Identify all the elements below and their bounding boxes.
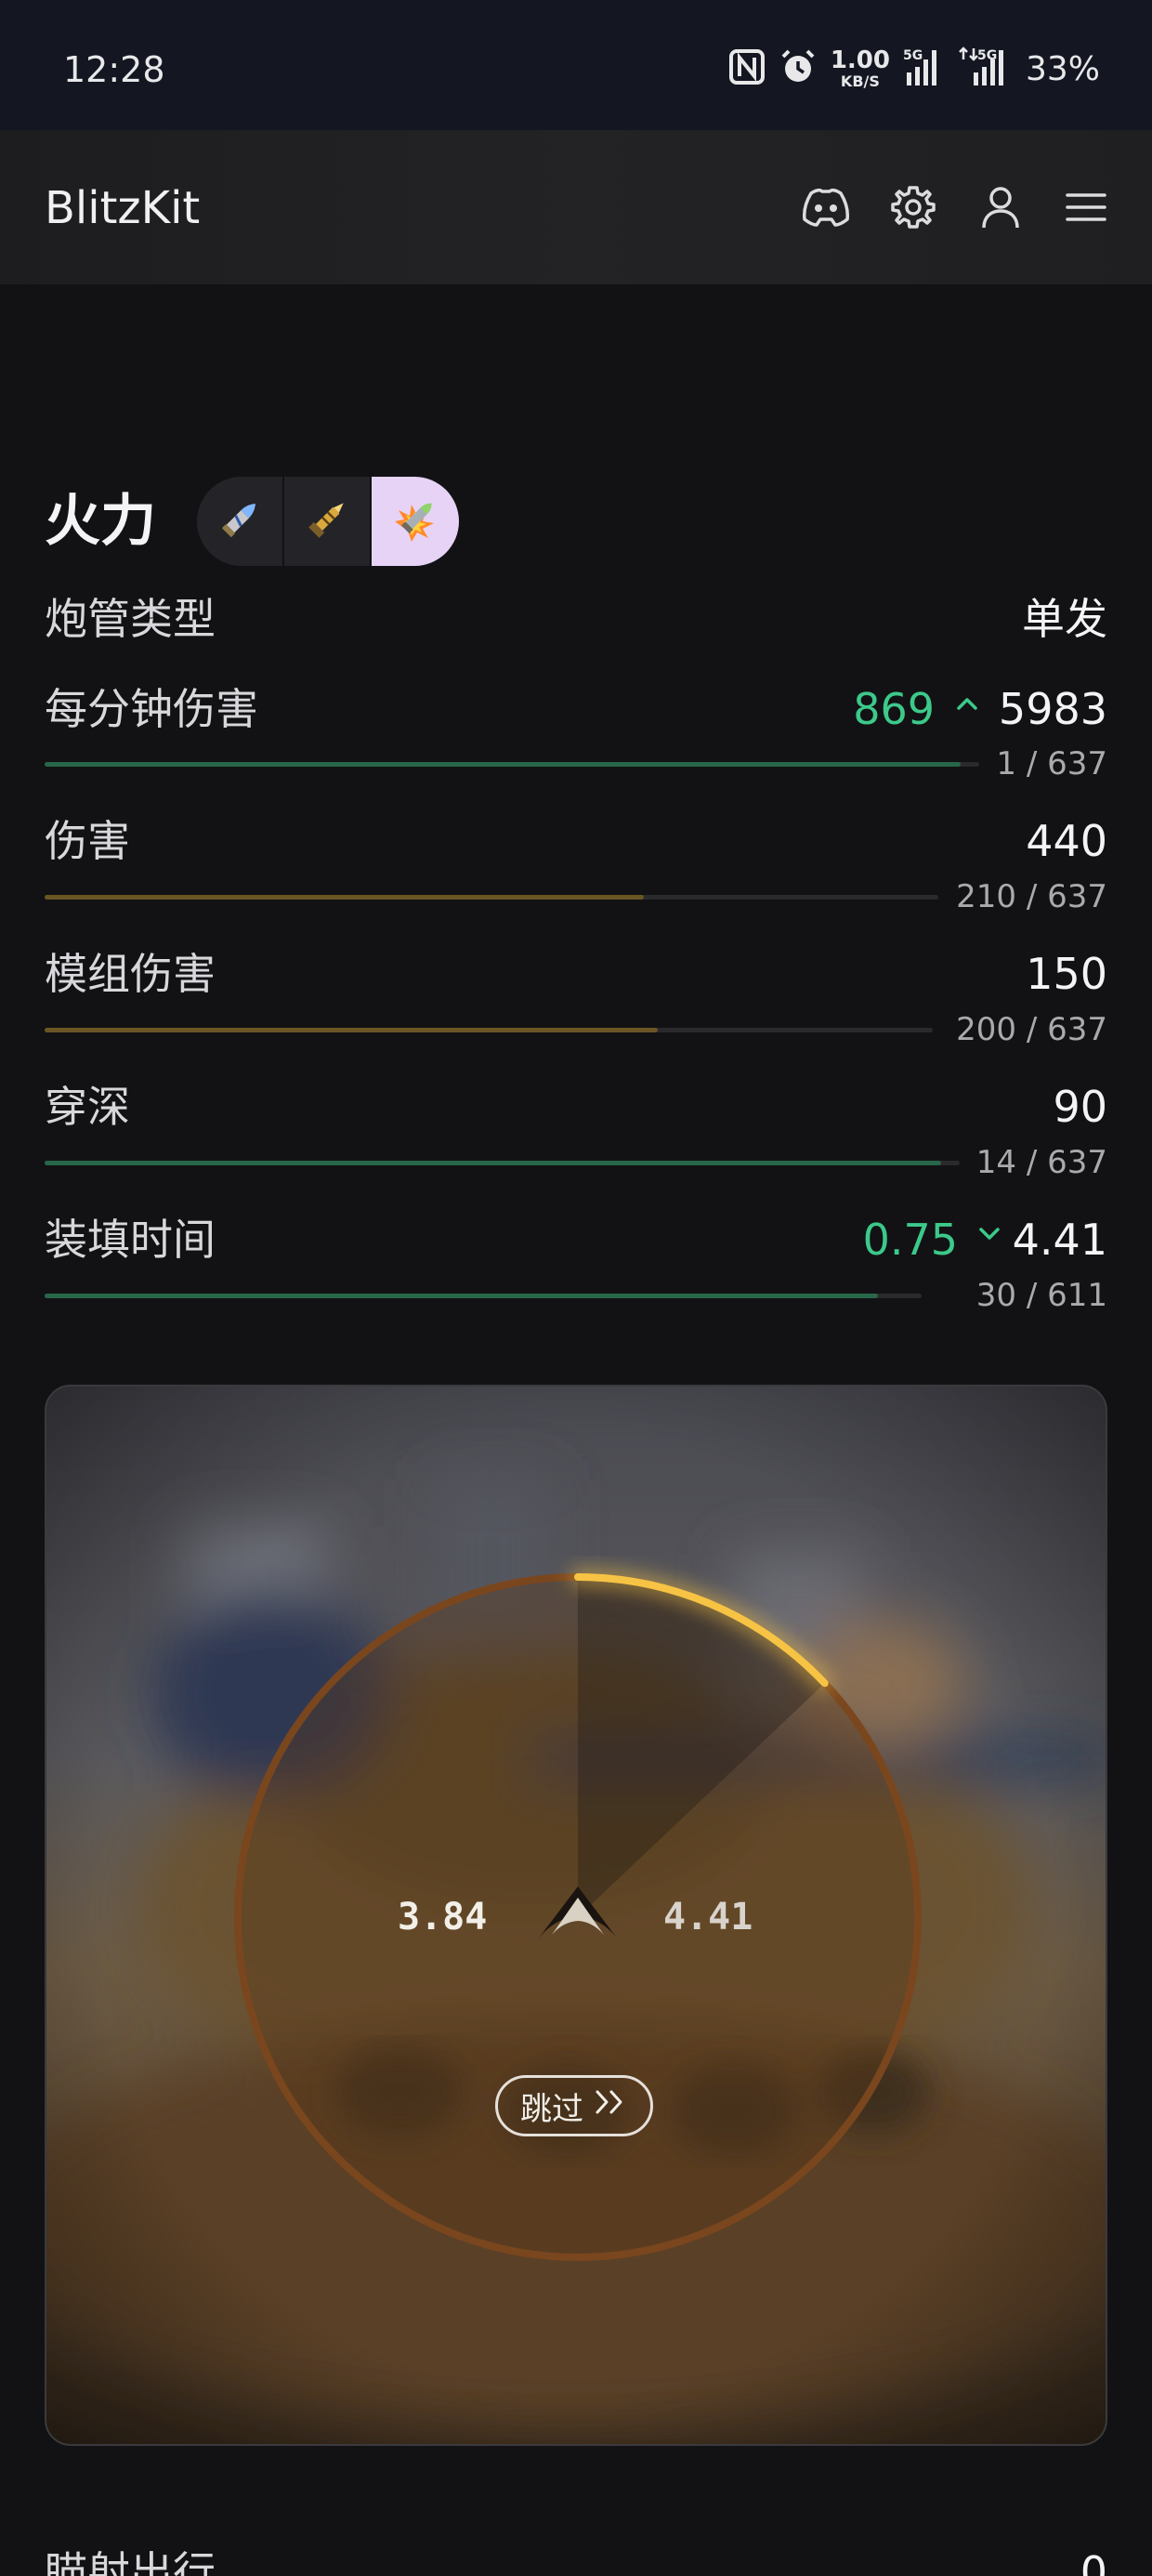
ammo-selector (197, 477, 459, 566)
discord-icon[interactable] (797, 178, 855, 236)
gun-type-value: 单发 (1022, 594, 1107, 644)
stat-label: 每分钟伤害 (45, 684, 258, 734)
reload-elapsed: 3.84 (398, 1896, 488, 1939)
menu-icon[interactable] (1057, 178, 1115, 236)
stat-value: 5983 (998, 684, 1107, 734)
stat-bar-fill (45, 1294, 878, 1298)
stat-value: 90 (1053, 1082, 1107, 1132)
stat-bar (45, 1028, 933, 1032)
ammo-button-apcr[interactable] (284, 477, 372, 566)
chevron-down-icon (975, 1220, 1003, 1252)
apcr-shell-icon (303, 495, 351, 547)
double-chevron-right-icon (593, 2087, 628, 2124)
net-speed: 1.00 KB/S (830, 46, 890, 90)
stat-label: 伤害 (45, 816, 130, 866)
brand-logo[interactable]: BlitzKit (45, 180, 200, 236)
user-icon[interactable] (972, 178, 1029, 236)
nfc-icon (728, 48, 766, 89)
skip-label: 跳过 (520, 2090, 583, 2128)
stat-bar-fill (45, 895, 644, 900)
gear-icon[interactable] (884, 178, 942, 236)
stat-value: 150 (1026, 949, 1107, 999)
reload-dial (234, 1569, 922, 2261)
stat-bar (45, 1161, 960, 1165)
stat-rank: 30 / 611 (975, 1277, 1107, 1314)
stat-rank: 200 / 637 (956, 1011, 1107, 1048)
stat-value: 4.41 (1012, 1215, 1107, 1265)
stat-bar (45, 762, 979, 767)
reload-total: 4.41 (663, 1896, 753, 1939)
alarm-icon (779, 47, 818, 90)
skip-button[interactable]: 跳过 (495, 2075, 653, 2136)
stat-rank: 1 / 637 (996, 745, 1107, 782)
sim1-label: 5G (903, 48, 923, 63)
status-icons: 1.00 KB/S 5G 5G 33% (728, 41, 1100, 97)
stat-value-next: 0 (1080, 2547, 1107, 2576)
ammo-button-he[interactable] (372, 477, 459, 566)
he-shell-icon (389, 493, 441, 549)
status-time: 12:28 (63, 49, 165, 90)
stat-label: 穿深 (45, 1082, 130, 1132)
stat-bar-fill (45, 1028, 658, 1032)
stat-bar (45, 895, 938, 900)
section-title: 火力 (45, 489, 156, 554)
chevron-up-icon (953, 690, 981, 721)
stat-label-next: 瞄射出行 (45, 2547, 216, 2576)
reload-preview-card[interactable]: 3.84 4.41 跳过 (45, 1385, 1107, 2446)
stat-bar-fill (45, 762, 961, 767)
stat-bar (45, 1294, 922, 1298)
stat-rank: 210 / 637 (956, 878, 1107, 915)
stat-delta: 0.75 (862, 1215, 958, 1265)
app-header: BlitzKit (0, 130, 1152, 284)
page-root: 12:28 1.00 KB/S 5G 5G 33% BlitzKit 火力 炮管… (0, 0, 1152, 2576)
stat-label: 装填时间 (45, 1215, 216, 1265)
stat-delta: 869 (853, 684, 935, 734)
gun-type-label: 炮管类型 (45, 594, 216, 644)
status-bar: 12:28 1.00 KB/S 5G 5G 33% (0, 0, 1152, 130)
signal-sim2-icon: 5G (957, 46, 1013, 91)
stat-rank: 14 / 637 (975, 1144, 1107, 1181)
signal-sim1-icon: 5G (903, 46, 944, 91)
ap-shell-icon (216, 495, 264, 547)
ammo-button-ap[interactable] (197, 477, 284, 566)
stat-label: 模组伤害 (45, 949, 216, 999)
battery-level: 33% (1025, 49, 1100, 88)
stat-bar-fill (45, 1161, 942, 1165)
stat-value: 440 (1026, 816, 1107, 866)
